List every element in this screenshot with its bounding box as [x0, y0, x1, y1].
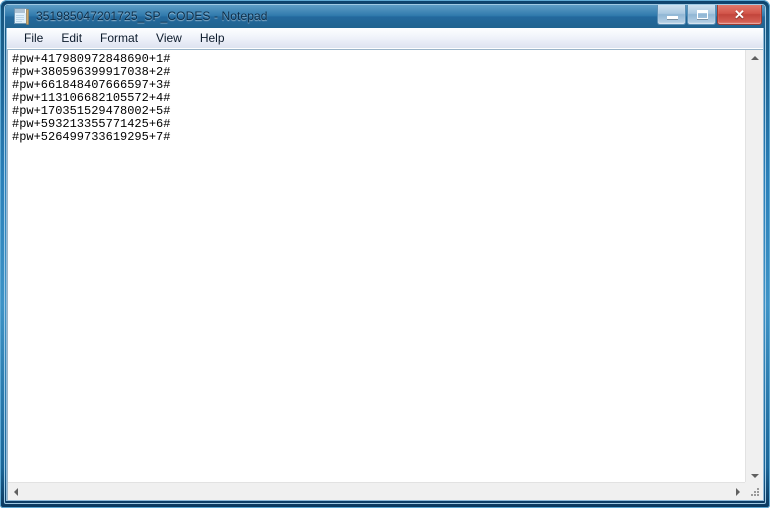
menu-item-format[interactable]: Format — [91, 29, 147, 48]
scroll-up-arrow-icon — [751, 56, 759, 60]
scroll-right-button[interactable] — [729, 483, 746, 500]
minimize-icon — [667, 16, 678, 19]
scroll-left-button[interactable] — [8, 483, 25, 500]
maximize-button[interactable] — [687, 5, 716, 25]
scroll-left-arrow-icon — [14, 488, 18, 496]
editor-region: #pw+417980972848690+1# #pw+3805963999170… — [7, 49, 763, 500]
text-editor[interactable]: #pw+417980972848690+1# #pw+3805963999170… — [8, 50, 745, 483]
menu-item-help[interactable]: Help — [191, 29, 234, 48]
title-bar[interactable]: 351985047201725_SP_CODES - Notepad ✕ — [5, 5, 765, 28]
menu-bar: File Edit Format View Help — [7, 28, 763, 49]
minimize-button[interactable] — [657, 5, 686, 25]
close-icon: ✕ — [734, 7, 745, 22]
window-client-area: File Edit Format View Help #pw+417980972… — [6, 28, 764, 501]
scroll-up-button[interactable] — [746, 50, 763, 67]
window-controls: ✕ — [657, 5, 762, 26]
close-button[interactable]: ✕ — [717, 5, 762, 25]
scrollbar-corner — [745, 482, 763, 500]
text-line: #pw+526499733619295+7# — [12, 130, 171, 144]
menu-item-edit[interactable]: Edit — [52, 29, 91, 48]
vertical-scrollbar[interactable] — [745, 50, 763, 484]
menu-item-view[interactable]: View — [147, 29, 191, 48]
maximize-icon — [697, 10, 708, 19]
notepad-document-icon — [14, 8, 29, 25]
resize-grip-icon[interactable] — [750, 487, 760, 497]
scroll-right-arrow-icon — [736, 488, 740, 496]
horizontal-scrollbar[interactable] — [8, 482, 746, 500]
window-title: 351985047201725_SP_CODES - Notepad — [36, 9, 268, 23]
menu-item-file[interactable]: File — [15, 29, 52, 48]
scroll-down-arrow-icon — [751, 474, 759, 478]
notepad-window: 351985047201725_SP_CODES - Notepad ✕ Fil… — [0, 0, 770, 508]
